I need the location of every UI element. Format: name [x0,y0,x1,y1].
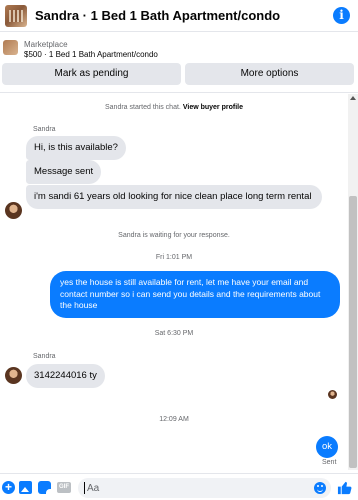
info-icon[interactable]: i [333,7,350,24]
sent-status: Sent [322,459,337,466]
timestamp: 12:09 AM [159,416,189,423]
contact-avatar[interactable] [5,367,22,384]
plus-icon[interactable]: + [2,481,15,494]
sender-name: Sandra [33,126,56,133]
listing-price-title: $500 · 1 Bed 1 Bath Apartment/condo [24,50,158,59]
gif-icon[interactable]: GIF [57,482,71,493]
chat-header: Sandra · 1 Bed 1 Bath Apartment/condo i [0,0,358,32]
listing-summary[interactable]: Marketplace $500 · 1 Bed 1 Bath Apartmen… [0,36,358,60]
photo-icon[interactable] [19,481,32,494]
message-composer: + GIF [0,473,358,500]
incoming-message[interactable]: Message sent [26,160,102,184]
contact-avatar[interactable] [5,202,22,219]
message-input[interactable] [78,478,331,499]
listing-thumbnail [3,40,18,55]
scrollbar-thumb[interactable] [349,196,357,468]
seen-receipt-avatar [328,390,337,399]
sender-name: Sandra [33,353,56,360]
outgoing-message[interactable]: ok [316,436,338,458]
timestamp: Fri 1:01 PM [155,254,193,261]
outgoing-message[interactable]: yes the house is still available for ren… [50,271,340,318]
text-caret [84,482,85,494]
sticker-icon[interactable] [38,481,51,494]
timestamp: Sat 6:30 PM [154,330,194,337]
view-buyer-profile-link[interactable]: View buyer profile [183,104,243,111]
header-divider [0,92,358,93]
chat-title[interactable]: Sandra · 1 Bed 1 Bath Apartment/condo [35,8,280,23]
waiting-notice: Sandra is waiting for your response. [118,232,230,239]
thumbs-up-icon[interactable] [337,480,352,495]
emoji-icon[interactable] [314,482,326,494]
chat-started-text: Sandra started this chat. [104,104,181,111]
property-thumbnail-avatar[interactable] [5,4,27,27]
scroll-up-arrow-icon[interactable] [350,96,356,100]
incoming-message[interactable]: Hi, is this available? [26,136,126,160]
listing-source: Marketplace [24,40,68,49]
message-input-wrapper [78,478,331,499]
incoming-message[interactable]: i'm sandi 61 years old looking for nice … [26,185,322,209]
chat-started-notice: Sandra started this chat. View buyer pro… [0,104,348,111]
mark-as-pending-button[interactable]: Mark as pending [2,63,181,85]
more-options-button[interactable]: More options [185,63,354,85]
incoming-message[interactable]: 3142244016 ty [26,364,105,388]
